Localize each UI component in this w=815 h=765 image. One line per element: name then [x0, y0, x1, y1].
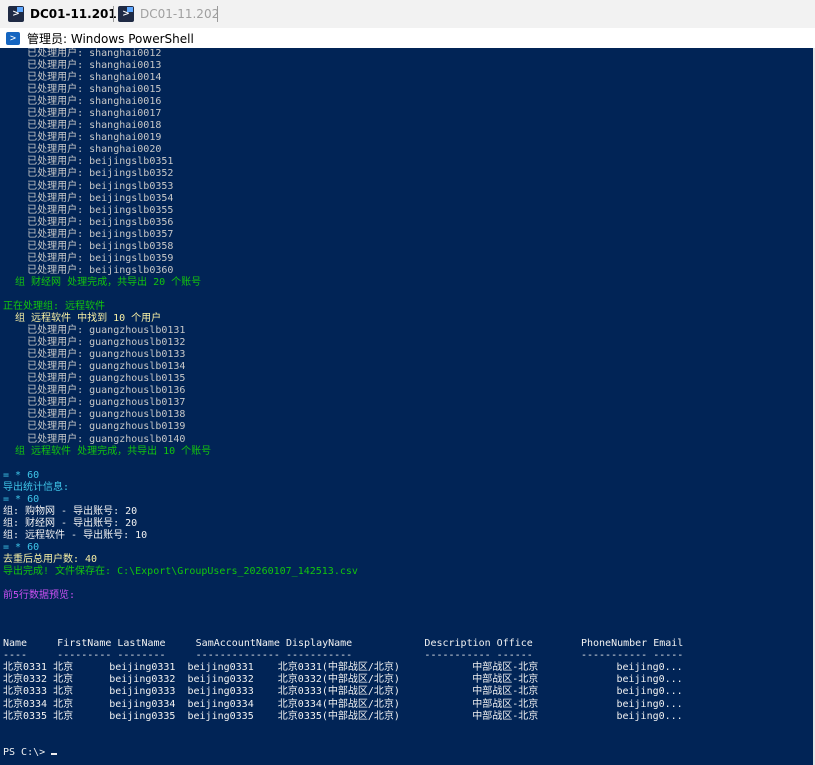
console-line: 已处理用户: beijingslb0360 [3, 264, 174, 276]
console-line: 北京0333 北京 beijing0333 beijing0333 北京0333… [3, 686, 683, 698]
tab-label: DC01-11.202 [140, 7, 220, 21]
console-line: 已处理用户: shanghai0013 [3, 60, 162, 72]
tab-divider [113, 6, 114, 22]
console-line: 导出统计信息: [3, 481, 70, 493]
console-output[interactable]: 已处理用户: shanghai0012 已处理用户: shanghai0013 … [0, 48, 815, 765]
console-line: 已处理用户: shanghai0019 [3, 132, 162, 144]
tab-bar: > DC01-11.201 > DC01-11.202 [0, 0, 815, 29]
tab-label: DC01-11.201 [30, 7, 117, 21]
console-line: 已处理用户: guangzhouslb0132 [3, 337, 186, 349]
window-title: 管理员: Windows PowerShell [27, 31, 194, 46]
console-line: 已处理用户: beijingslb0354 [3, 192, 174, 204]
console-line: 组 财经网 处理完成，共导出 20 个账号 [3, 276, 202, 288]
console-line: = * 60 [3, 493, 40, 505]
console-line: 已处理用户: shanghai0017 [3, 108, 162, 120]
console-line: 已处理用户: beijingslb0355 [3, 204, 174, 216]
console-line: 已处理用户: shanghai0014 [3, 72, 162, 84]
console-line: ---- --------- -------- -------------- -… [3, 650, 684, 662]
console-line: = * 60 [3, 469, 40, 481]
terminal-icon: > [118, 6, 134, 22]
console-line: 已处理用户: shanghai0016 [3, 96, 162, 108]
console-line: 已处理用户: guangzhouslb0131 [3, 325, 186, 337]
console-line: = * 60 [3, 541, 40, 553]
console-line: 已处理用户: guangzhouslb0137 [3, 397, 186, 409]
text-cursor [51, 752, 58, 755]
console-line: 已处理用户: beijingslb0358 [3, 240, 174, 252]
console-line: 组: 财经网 - 导出账号: 20 [3, 517, 138, 529]
window-title-bar: > 管理员: Windows PowerShell [0, 28, 815, 48]
console-line: 组 远程软件 处理完成，共导出 10 个账号 [3, 445, 212, 457]
console-line: Name FirstName LastName SamAccountName D… [3, 638, 684, 650]
console-line: 北京0332 北京 beijing0332 beijing0332 北京0332… [3, 674, 683, 686]
console-line: 去重后总用户数: 40 [3, 553, 98, 565]
console-line: 北京0331 北京 beijing0331 beijing0331 北京0331… [3, 662, 683, 674]
console-line: 北京0334 北京 beijing0334 beijing0334 北京0334… [3, 698, 683, 710]
terminal-icon: > [8, 6, 24, 22]
console-line: 已处理用户: shanghai0018 [3, 120, 162, 132]
console-text: 已处理用户: shanghai0012 已处理用户: shanghai0013 … [3, 48, 683, 759]
console-line: 前5行数据预览: [3, 590, 76, 602]
console-line: 已处理用户: guangzhouslb0133 [3, 349, 186, 361]
console-line: 已处理用户: guangzhouslb0135 [3, 373, 186, 385]
console-line: 组 远程软件 中找到 10 个用户 [3, 313, 162, 325]
console-line: 组: 购物网 - 导出账号: 20 [3, 505, 138, 517]
console-line: 已处理用户: guangzhouslb0139 [3, 421, 186, 433]
console-line: 北京0335 北京 beijing0335 beijing0335 北京0335… [3, 710, 683, 722]
console-line: 已处理用户: beijingslb0351 [3, 156, 174, 168]
tab-dc01-201[interactable]: > DC01-11.201 [8, 3, 117, 25]
console-line: 已处理用户: beijingslb0353 [3, 180, 174, 192]
console-line: 已处理用户: guangzhouslb0138 [3, 409, 186, 421]
console-line: 已处理用户: shanghai0015 [3, 84, 162, 96]
tab-dc01-202[interactable]: > DC01-11.202 [118, 3, 219, 25]
console-line: 已处理用户: guangzhouslb0134 [3, 361, 186, 373]
console-line: 已处理用户: beijingslb0359 [3, 252, 174, 264]
console-line: 已处理用户: beijingslb0352 [3, 168, 174, 180]
console-line: 导出完成! 文件保存在: C:\Export\GroupUsers_202601… [3, 566, 358, 578]
console-line: 已处理用户: beijingslb0357 [3, 228, 174, 240]
console-line: 已处理用户: guangzhouslb0140 [3, 433, 186, 445]
powershell-icon: > [6, 31, 20, 45]
console-line: 已处理用户: shanghai0020 [3, 144, 162, 156]
tab-divider [217, 6, 218, 22]
console-line: 正在处理组: 远程软件 [3, 300, 106, 312]
console-line: 已处理用户: guangzhouslb0136 [3, 385, 186, 397]
command-prompt[interactable]: PS C:\> [3, 747, 683, 759]
console-line: 已处理用户: beijingslb0356 [3, 216, 174, 228]
prompt-text: PS C:\> [3, 746, 52, 758]
console-line: 组: 远程软件 - 导出账号: 10 [3, 529, 148, 541]
console-line: 已处理用户: shanghai0012 [3, 48, 162, 59]
